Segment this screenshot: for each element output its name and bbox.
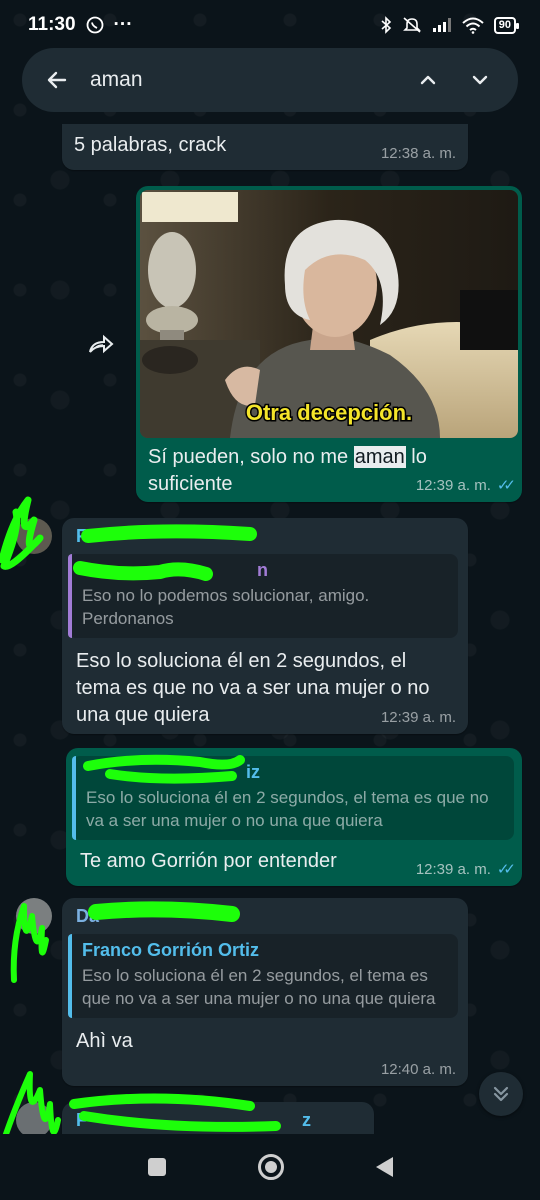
forward-icon[interactable]	[82, 326, 120, 362]
search-next-chevron-down-icon[interactable]	[460, 60, 500, 100]
sender-name: Da	[76, 906, 100, 926]
avatar[interactable]	[16, 898, 52, 934]
message-time: 12:39 a. m. ✓✓	[415, 860, 516, 879]
read-ticks-icon: ✓✓	[496, 477, 516, 494]
search-input[interactable]: aman	[90, 68, 396, 92]
gif-thumbnail-image[interactable]: Otra decepción.	[140, 190, 518, 438]
avatar[interactable]	[16, 518, 52, 554]
quoted-text: Eso lo soluciona él en 2 segundos, el te…	[86, 788, 489, 830]
status-time: 11:30	[28, 14, 76, 35]
battery-icon: 90	[493, 16, 520, 34]
status-more-icon: ···	[113, 14, 133, 35]
avatar[interactable]	[16, 1102, 52, 1138]
quoted-sender: iz	[246, 762, 261, 782]
mute-icon	[402, 16, 422, 34]
quoted-text: Eso no lo podemos solucionar, amigo. Per…	[82, 586, 370, 628]
signal-icon	[432, 17, 452, 33]
message-time: 12:40 a. m.	[380, 1061, 456, 1078]
search-previous-chevron-up-icon[interactable]	[408, 60, 448, 100]
message-text-part: Sí pueden, solo no me	[148, 446, 354, 468]
quoted-text: Eso lo soluciona él en 2 segundos, el te…	[82, 966, 436, 1008]
back-button[interactable]	[375, 1157, 393, 1177]
back-arrow-icon[interactable]	[40, 63, 74, 97]
message-time: 12:38 a. m.	[380, 145, 456, 162]
message-text: Ahì va	[76, 1030, 133, 1052]
system-navigation-bar	[0, 1134, 540, 1200]
message-incoming[interactable]: F n Eso no lo podemos solucionar, amigo.…	[62, 518, 468, 734]
gif-subtitle: Otra decepción.	[246, 400, 412, 425]
message-incoming[interactable]: 5 palabras, crack 12:38 a. m.	[62, 124, 468, 170]
quoted-message[interactable]: Franco Gorrión Ortiz Eso lo soluciona él…	[68, 934, 458, 1018]
search-highlight: aman	[353, 446, 406, 468]
message-time: 12:39 a. m. ✓✓	[415, 476, 516, 495]
recents-button[interactable]	[147, 1158, 166, 1176]
quoted-sender: Franco Gorrión Ortiz	[82, 940, 260, 960]
scroll-to-bottom-button[interactable]	[479, 1072, 523, 1116]
search-bar: aman	[22, 48, 518, 112]
home-button[interactable]	[257, 1154, 284, 1180]
bluetooth-icon	[380, 16, 392, 34]
read-ticks-icon: ✓✓	[496, 861, 516, 878]
whatsapp-notification-icon	[86, 16, 104, 34]
quoted-sender: n	[257, 560, 268, 580]
message-outgoing[interactable]: Otra decepción. Sí pueden, solo no me am…	[136, 186, 522, 502]
sender-name: F	[76, 526, 87, 546]
sender-name-suffix: z	[302, 1110, 311, 1130]
message-incoming[interactable]: Da Franco Gorrión Ortiz Eso lo soluciona…	[62, 898, 468, 1086]
quoted-message[interactable]: n Eso no lo podemos solucionar, amigo. P…	[68, 554, 458, 638]
status-bar: 11:30 ··· 90	[0, 0, 540, 50]
message-text: Sí pueden, solo no me aman lo suficiente	[140, 438, 440, 498]
message-time-text: 12:39 a. m.	[415, 476, 491, 494]
message-time-text: 12:39 a. m.	[415, 860, 491, 878]
message-time: 12:39 a. m.	[380, 709, 456, 726]
message-outgoing[interactable]: iz Eso lo soluciona él en 2 segundos, el…	[66, 748, 522, 886]
double-chevron-down-icon	[493, 1086, 509, 1102]
quoted-message[interactable]: iz Eso lo soluciona él en 2 segundos, el…	[72, 756, 514, 840]
sender-name: F	[76, 1110, 87, 1130]
wifi-icon	[462, 17, 484, 34]
